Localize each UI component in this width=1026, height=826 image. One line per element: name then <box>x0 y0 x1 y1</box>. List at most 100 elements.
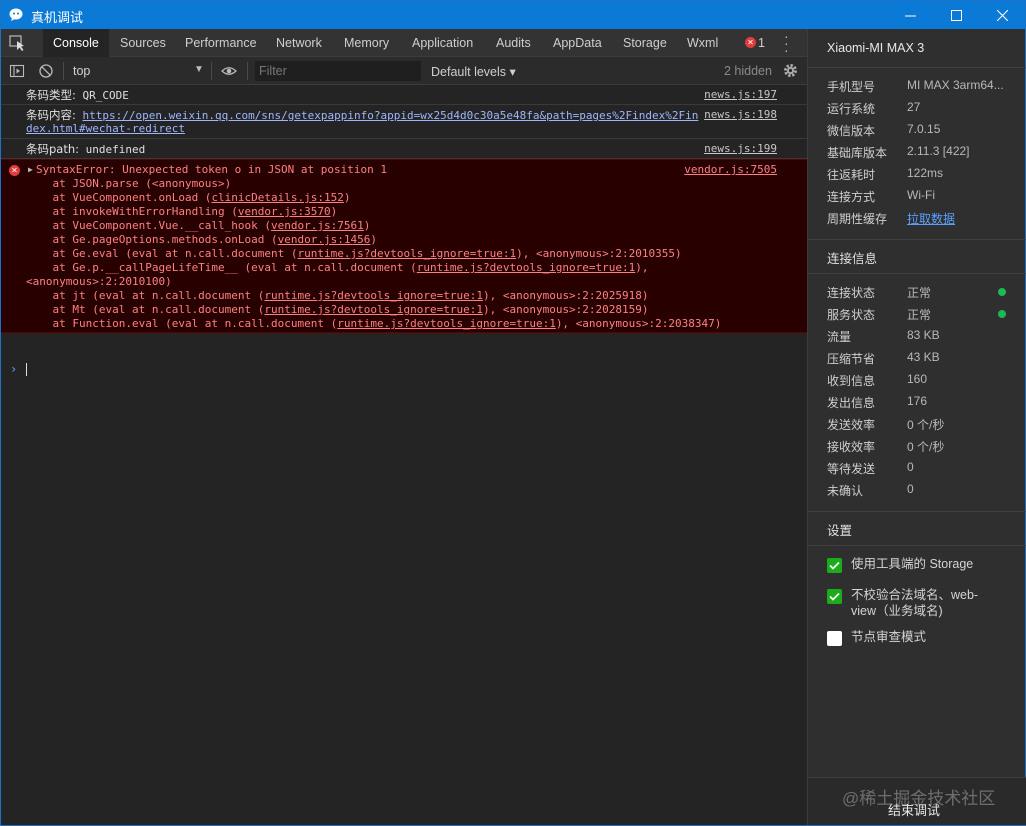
end-debug-label[interactable]: 结束调试 <box>888 800 940 819</box>
stack-frame-link[interactable]: clinicDetails.js:152 <box>211 191 343 204</box>
stack-frame: <anonymous>:2:2010100) <box>26 275 172 289</box>
domain-check-label[interactable]: 不校验合法域名、web- <box>851 587 978 603</box>
stack-frame-link[interactable]: runtime.js?devtools_ignore=true:1 <box>337 317 556 330</box>
source-link[interactable]: vendor.js:7505 <box>684 163 777 176</box>
stack-frame-text: ), <anonymous>:2:2028159) <box>482 303 649 316</box>
connection-key: 服务状态 <box>827 308 876 322</box>
inspect-element-icon[interactable] <box>9 35 27 51</box>
close-button[interactable] <box>979 1 1025 29</box>
toolbar-divider <box>63 62 64 80</box>
log-levels-dropdown[interactable]: Default levels ▾ <box>431 64 516 79</box>
message-url[interactable]: https://open.weixin.qq.com/sns/getexpapp… <box>83 109 699 122</box>
info-key: 手机型号 <box>827 80 876 94</box>
message-value: QR_CODE <box>75 89 129 102</box>
panel-divider <box>808 545 1026 546</box>
storage-checkbox[interactable] <box>827 558 842 573</box>
more-options-icon[interactable]: · · · <box>784 29 789 57</box>
stack-frame-text: ), <anonymous>:2:2038347) <box>555 317 722 330</box>
fetch-data-link[interactable]: 拉取数据 <box>907 210 955 227</box>
minimize-icon <box>904 15 916 16</box>
connection-key: 发出信息 <box>827 396 876 410</box>
connection-value: 83 KB <box>907 328 940 342</box>
stack-frame: at Ge.eval (eval at n.call.document (run… <box>26 247 681 261</box>
node-inspect-checkbox[interactable] <box>827 631 842 646</box>
console-input[interactable] <box>26 363 27 376</box>
stack-frame-text: ) <box>343 191 351 204</box>
clear-console-icon[interactable] <box>38 63 54 79</box>
stack-frame-link[interactable]: vendor.js:7561 <box>271 219 364 232</box>
stack-frame: at Ge.p.__callPageLifeTime__ (eval at n.… <box>26 261 648 275</box>
chevron-down-icon[interactable]: ▼ <box>194 64 204 75</box>
error-count[interactable]: 1 <box>758 29 765 57</box>
info-value: 27 <box>907 100 921 114</box>
info-value: 2.11.3 [422] <box>907 144 970 158</box>
minimize-button[interactable] <box>887 1 933 29</box>
stack-frame-text: ), <anonymous>:2:2025918) <box>482 289 649 302</box>
tab-application[interactable]: Application <box>412 29 473 57</box>
tab-audits[interactable]: Audits <box>496 29 531 57</box>
message-url-continued[interactable]: dex.html#wechat-redirect <box>26 122 185 136</box>
toolbar-divider <box>211 62 212 80</box>
tab-sources[interactable]: Sources <box>120 29 166 57</box>
stack-frame: at VueComponent.onLoad (clinicDetails.js… <box>26 191 351 205</box>
filter-input[interactable] <box>255 61 421 81</box>
sidebar-toggle-icon[interactable] <box>9 63 25 79</box>
message-label: 条码path: <box>26 142 80 156</box>
tab-console[interactable]: Console <box>43 29 109 57</box>
connection-value: 正常 <box>907 308 932 322</box>
tab-performance[interactable]: Performance <box>185 29 257 57</box>
stack-frame-text: at Ge.p.__callPageLifeTime__ (eval at n.… <box>26 261 417 274</box>
console-toolbar: top ▼ Default levels ▾ 2 hidden <box>1 57 807 85</box>
error-icon: ✕ <box>9 165 20 176</box>
domain-check-checkbox[interactable] <box>827 589 842 604</box>
info-value: MI MAX 3arm64... <box>907 78 1004 92</box>
end-debug-button[interactable]: @稀土掘金技术社区 结束调试 <box>808 777 1026 825</box>
storage-checkbox-label[interactable]: 使用工具端的 Storage <box>851 556 973 572</box>
info-key: 运行系统 <box>827 102 876 116</box>
stack-frame: at Function.eval (eval at n.call.documen… <box>26 317 721 331</box>
connection-value: 43 KB <box>907 350 940 364</box>
panel-divider <box>808 273 1026 274</box>
stack-frame-link[interactable]: runtime.js?devtools_ignore=true:1 <box>298 247 517 260</box>
tab-storage[interactable]: Storage <box>623 29 667 57</box>
domain-check-label-continued[interactable]: view（业务域名) <box>851 603 943 619</box>
tab-wxml[interactable]: Wxml <box>687 29 718 57</box>
gear-icon[interactable] <box>782 62 799 79</box>
stack-frame: at JSON.parse (<anonymous>) <box>26 177 231 191</box>
status-ok-indicator <box>998 310 1006 318</box>
tab-network[interactable]: Network <box>276 29 322 57</box>
tab-appdata[interactable]: AppData <box>553 29 602 57</box>
eye-icon[interactable] <box>221 63 237 79</box>
panel-divider <box>808 67 1026 68</box>
source-link[interactable]: news.js:199 <box>704 142 777 155</box>
node-inspect-label[interactable]: 节点审查模式 <box>851 629 926 645</box>
info-value: Wi-Fi <box>907 188 935 202</box>
console-message: 条码内容: https://open.weixin.qq.com/sns/get… <box>1 105 807 139</box>
panel-divider <box>808 239 1026 240</box>
checkmark-icon <box>829 592 840 601</box>
stack-frame: at VueComponent.Vue.__call_hook (vendor.… <box>26 219 370 233</box>
console-output: 条码类型: QR_CODE news.js:197 条码内容: https://… <box>1 85 807 825</box>
error-text: SyntaxError: Unexpected token o in JSON … <box>36 163 387 176</box>
tab-memory[interactable]: Memory <box>344 29 389 57</box>
device-info-panel: Xiaomi-MI MAX 3 手机型号 MI MAX 3arm64... 运行系统… <box>807 29 1026 825</box>
error-badge-icon[interactable]: ✕ <box>745 37 756 48</box>
expand-triangle-icon[interactable]: ▶ <box>28 165 33 174</box>
context-selector[interactable]: top <box>73 64 90 78</box>
stack-frame-text: at VueComponent.onLoad ( <box>26 191 212 204</box>
connection-key: 发送效率 <box>827 418 876 432</box>
stack-frame-link[interactable]: runtime.js?devtools_ignore=true:1 <box>417 261 636 274</box>
info-value: 122ms <box>907 166 944 180</box>
stack-frame-link[interactable]: runtime.js?devtools_ignore=true:1 <box>264 289 483 302</box>
stack-frame-link[interactable]: runtime.js?devtools_ignore=true:1 <box>264 303 483 316</box>
maximize-icon <box>950 9 962 21</box>
maximize-button[interactable] <box>933 1 979 29</box>
console-prompt-icon: › <box>10 362 18 376</box>
source-link[interactable]: news.js:197 <box>704 88 777 101</box>
stack-frame-link[interactable]: vendor.js:1456 <box>278 233 371 246</box>
error-message: ✕ ▶ SyntaxError: Unexpected token o in J… <box>1 159 807 333</box>
info-key: 往返耗时 <box>827 168 876 182</box>
window-title: 真机调试 <box>31 10 84 25</box>
source-link[interactable]: news.js:198 <box>704 108 777 121</box>
stack-frame-link[interactable]: vendor.js:3570 <box>238 205 331 218</box>
